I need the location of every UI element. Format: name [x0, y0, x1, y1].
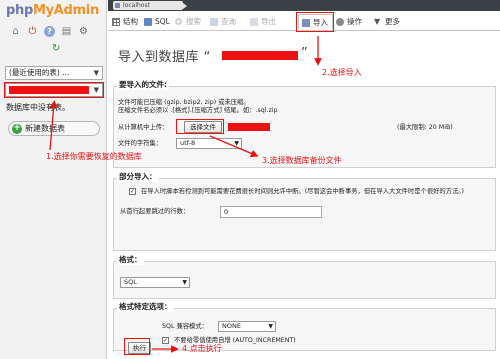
page-title: 导入到数据库 “ ” — [118, 46, 308, 65]
page-title-text: 导入到数据库 “ — [118, 50, 211, 65]
breadcrumb-server-label: localhost — [123, 2, 150, 9]
tab-operations[interactable]: 操作 — [336, 14, 362, 30]
format-select[interactable]: SQL ▼ — [120, 277, 190, 288]
home-icon[interactable]: ⌂ — [10, 26, 21, 37]
compat-mode-value: NONE — [222, 322, 241, 330]
tab-sql-label: SQL — [155, 17, 170, 26]
compress-note-1: 文件可能已压缩 (gzip, bzip2, zip) 或未压缩。 — [118, 99, 250, 106]
allow-interrupt-checkbox[interactable]: ✓ — [129, 188, 136, 195]
compat-mode-label: SQL 兼容模式： — [162, 323, 208, 330]
chevron-down-icon: ▼ — [234, 140, 239, 147]
tab-export-label: 导出 — [261, 17, 276, 26]
no-tables-message: 数据库中没有表。 — [6, 103, 70, 112]
compress-note-2: 压缩文件名必须以 .[格式].[压缩方式] 结尾。如：.sql.zip — [118, 107, 278, 114]
navigation-sidebar: phpMyAdmin ⌂ ⏻ ? ▤ ⚙ ↻ (最近使用的表) ... ▼ ▼ … — [0, 0, 107, 359]
tab-search-label: 搜索 — [186, 17, 201, 26]
format-value: SQL — [124, 278, 137, 286]
highlight-go-button — [124, 338, 150, 355]
search-icon — [175, 18, 182, 25]
tab-sql[interactable]: SQL — [144, 14, 170, 30]
sql-icon — [144, 18, 152, 26]
more-icon: ▼ — [374, 17, 381, 26]
annotation-step3: 3.选择数据库备份文件 — [262, 156, 342, 165]
exit-icon[interactable]: ⏻ — [27, 26, 38, 37]
new-table-button[interactable]: + 新建数据表 — [8, 121, 100, 136]
plus-icon: + — [12, 123, 22, 134]
annotation-step4: 4.点击执行 — [182, 344, 222, 353]
operations-icon — [336, 18, 344, 26]
annotation-step1: 1.选择你需要恢复的数据库 — [46, 152, 142, 161]
allow-interrupt-label: 在导入时脚本若检测到可能需要花费很长时间则允许中断。(尽管这会中断事务，但在导入… — [141, 188, 464, 195]
no-auto-zero-checkbox[interactable]: ✓ — [162, 337, 169, 344]
tab-operations-label: 操作 — [347, 17, 362, 26]
settings-icon[interactable]: ⚙ — [78, 26, 89, 37]
charset-value: utf-8 — [180, 139, 196, 147]
tab-query-label: 查询 — [221, 17, 236, 26]
recent-tables-select[interactable]: (最近使用的表) ... ▼ — [5, 66, 103, 80]
skip-rows-label: 从首行起要跳过的行数： — [120, 208, 190, 215]
query-icon — [210, 18, 218, 26]
redacted-database-title — [222, 51, 298, 60]
sidebar-icon-row: ⌂ ⏻ ? ▤ ⚙ — [10, 26, 89, 37]
tab-query[interactable]: 查询 — [210, 14, 236, 30]
format-options-section: 格式特定选项： SQL 兼容模式： NONE ▼ ✓ 不要给零值使用自增 (AU… — [113, 301, 496, 351]
highlight-choose-file — [176, 119, 224, 134]
max-limit-text: (最大限制: 20 MiB) — [397, 124, 453, 131]
format-section: 格式： SQL ▼ — [113, 254, 496, 299]
reload-icon[interactable]: ↻ — [52, 43, 60, 54]
annotation-step2: 2.选择导入 — [322, 68, 362, 77]
file-section-title: 要导入的文件: — [117, 79, 169, 90]
upload-label: 从计算机中上传： — [118, 124, 169, 131]
highlight-import-tab — [296, 12, 334, 32]
logo-php-text: php — [6, 3, 33, 18]
help-icon[interactable]: ? — [44, 26, 55, 37]
docs-icon[interactable]: ▤ — [61, 26, 72, 37]
export-icon — [250, 18, 258, 26]
chevron-down-icon: ▼ — [182, 279, 187, 286]
charset-select[interactable]: utf-8 ▼ — [176, 138, 242, 149]
partial-section-title: 部分导入： — [117, 171, 159, 182]
tab-structure-label: 结构 — [123, 17, 138, 26]
redacted-file-name — [228, 123, 270, 131]
tab-more[interactable]: ▼ 更多 — [374, 14, 400, 30]
server-icon — [115, 3, 120, 8]
highlight-database-select — [4, 82, 104, 98]
format-section-title: 格式： — [117, 254, 144, 265]
tab-search[interactable]: 搜索 — [175, 14, 201, 30]
breadcrumb-arrow — [183, 3, 187, 9]
logo-myadmin-text: MyAdmin — [32, 3, 99, 18]
skip-rows-input[interactable]: 0 — [220, 206, 322, 218]
options-section-title: 格式特定选项： — [117, 301, 174, 312]
partial-import-section: 部分导入： ✓ 在导入时脚本若检测到可能需要花费很长时间则允许中断。(尽管这会中… — [113, 171, 496, 251]
page-title-end: ” — [301, 46, 309, 61]
tab-more-label: 更多 — [385, 17, 400, 26]
import-page: 导入到数据库 “ ” 要导入的文件: 文件可能已压缩 (gzip, bzip2,… — [108, 32, 500, 359]
compat-mode-select[interactable]: NONE ▼ — [218, 321, 276, 332]
chevron-down-icon: ▼ — [93, 69, 99, 77]
tab-structure[interactable]: 结构 — [112, 14, 138, 30]
structure-icon — [112, 18, 120, 26]
phpmyadmin-logo[interactable]: phpMyAdmin — [6, 3, 99, 18]
charset-label: 文件的字符集： — [118, 140, 163, 147]
new-table-label: 新建数据表 — [25, 124, 65, 133]
tab-export[interactable]: 导出 — [250, 14, 276, 30]
chevron-down-icon: ▼ — [268, 323, 273, 330]
recent-tables-value: (最近使用的表) ... — [9, 68, 70, 77]
breadcrumb: localhost — [108, 0, 500, 11]
breadcrumb-server[interactable]: localhost — [113, 1, 187, 10]
